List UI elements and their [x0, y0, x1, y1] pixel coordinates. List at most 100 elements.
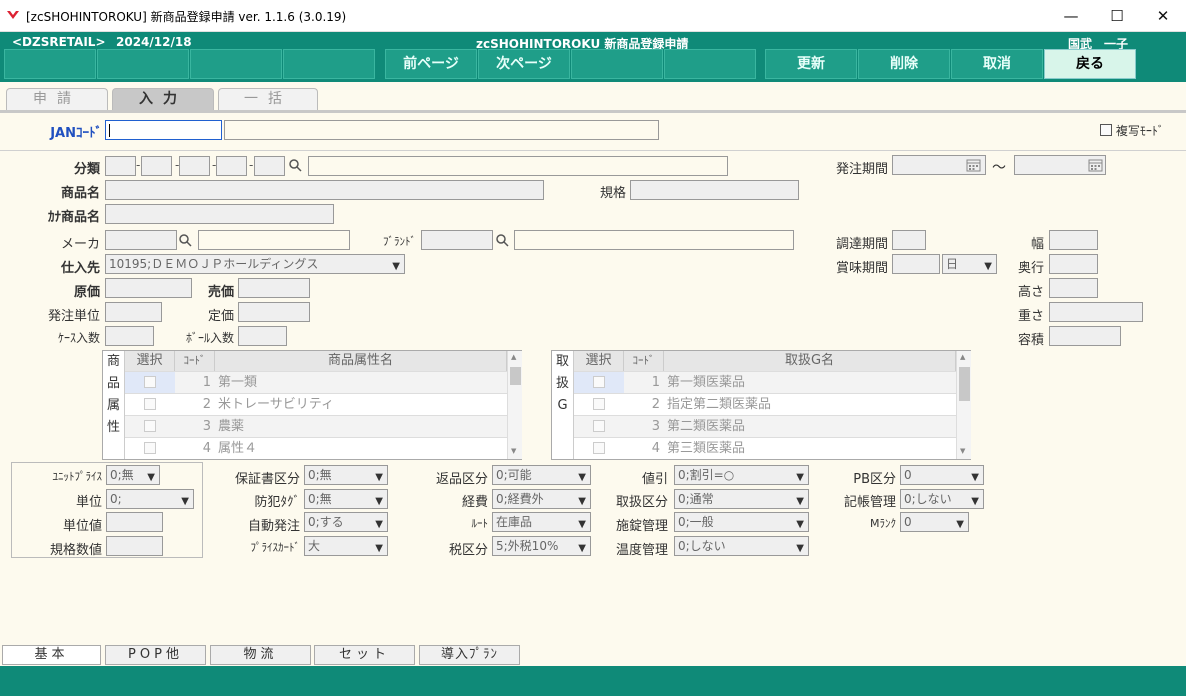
route-select[interactable]: 在庫品 ▼: [492, 512, 591, 532]
kana-input[interactable]: [105, 204, 334, 224]
jido-label: 自動発注: [247, 519, 300, 534]
kikaku-su-input[interactable]: [106, 536, 163, 556]
row-checkbox[interactable]: [593, 442, 605, 454]
henpin-select[interactable]: 0;可能 ▼: [492, 465, 591, 485]
price-card-select[interactable]: 大 ▼: [304, 536, 388, 556]
scroll-up-icon[interactable]: ▲: [960, 353, 965, 361]
tani-select[interactable]: 0; ▼: [106, 489, 194, 509]
hoshosho-select[interactable]: 0;無 ▼: [304, 465, 388, 485]
row-checkbox[interactable]: [144, 398, 156, 410]
scroll-thumb[interactable]: [510, 367, 521, 385]
function-key-4[interactable]: [283, 49, 375, 79]
yoseki-input[interactable]: [1049, 326, 1121, 346]
bunrui-5-input[interactable]: [254, 156, 285, 176]
bunrui-4-input[interactable]: [216, 156, 247, 176]
table-row[interactable]: 4 第三類医薬品: [574, 437, 956, 459]
function-key-1[interactable]: [4, 49, 96, 79]
calendar-icon[interactable]: [966, 158, 981, 172]
maximize-button[interactable]: ☐: [1094, 0, 1140, 32]
brand-code-input[interactable]: [421, 230, 493, 250]
case-input[interactable]: [105, 326, 154, 346]
omosa-input[interactable]: [1049, 302, 1143, 322]
bottom-tab-kihon[interactable]: 基本: [2, 645, 101, 665]
bunrui-2-input[interactable]: [141, 156, 172, 176]
haba-input[interactable]: [1049, 230, 1098, 250]
mrank-select[interactable]: 0 ▼: [900, 512, 969, 532]
table-row[interactable]: 1 第一類医薬品: [574, 371, 956, 393]
bohan-select[interactable]: 0;無 ▼: [304, 489, 388, 509]
scroll-thumb[interactable]: [959, 367, 970, 401]
close-button[interactable]: ✕: [1140, 0, 1186, 32]
shiiresaki-select[interactable]: 10195;ＤＥＭＯＪＰホールディングス ▼: [105, 254, 405, 274]
row-checkbox[interactable]: [144, 420, 156, 432]
sejo-select[interactable]: 0;一般 ▼: [674, 512, 809, 532]
search-icon[interactable]: [288, 158, 302, 172]
nebiki-select[interactable]: 0;割引=○ ▼: [674, 465, 809, 485]
function-key-8[interactable]: [664, 49, 756, 79]
function-key-2[interactable]: [97, 49, 189, 79]
tab-ikkatsu[interactable]: 一括: [218, 88, 318, 110]
update-button[interactable]: 更新: [765, 49, 857, 79]
next-page-button[interactable]: 次ページ: [478, 49, 570, 79]
search-icon[interactable]: [495, 233, 509, 247]
genka-input[interactable]: [105, 278, 192, 298]
bunrui-3-input[interactable]: [179, 156, 210, 176]
handling-grid-scrollbar[interactable]: ▲ ▼: [956, 351, 971, 459]
kicho-select[interactable]: 0;しない ▼: [900, 489, 984, 509]
unit-price-select[interactable]: 0;無 ▼: [106, 465, 160, 485]
table-row[interactable]: 3 農薬: [125, 415, 507, 437]
table-row[interactable]: 4 属性４: [125, 437, 507, 459]
bottom-tab-butsuryu[interactable]: 物流: [210, 645, 311, 665]
shohinmei-input[interactable]: [105, 180, 544, 200]
row-checkbox[interactable]: [144, 376, 156, 388]
row-checkbox[interactable]: [144, 442, 156, 454]
scroll-up-icon[interactable]: ▲: [511, 353, 516, 361]
search-icon[interactable]: [178, 233, 192, 247]
calendar-icon[interactable]: [1088, 158, 1103, 172]
ondo-select[interactable]: 0;しない ▼: [674, 536, 809, 556]
chotatsu-input[interactable]: [892, 230, 926, 250]
teika-input[interactable]: [238, 302, 310, 322]
bottom-tab-plan[interactable]: 導入ﾌﾟﾗﾝ: [419, 645, 520, 665]
jan-code-input[interactable]: [105, 120, 222, 140]
maker-code-input[interactable]: [105, 230, 177, 250]
pb-select[interactable]: 0 ▼: [900, 465, 984, 485]
back-button[interactable]: 戻る: [1044, 49, 1136, 79]
delete-button[interactable]: 削除: [858, 49, 950, 79]
function-key-3[interactable]: [190, 49, 282, 79]
function-key-7[interactable]: [571, 49, 663, 79]
okuyuki-input[interactable]: [1049, 254, 1098, 274]
bunrui-1-input[interactable]: [105, 156, 136, 176]
jido-select[interactable]: 0;する ▼: [304, 512, 388, 532]
prev-page-button[interactable]: 前ページ: [385, 49, 477, 79]
tab-nyuryoku[interactable]: 入力: [112, 88, 214, 110]
table-row[interactable]: 1 第一類: [125, 371, 507, 393]
row-checkbox[interactable]: [593, 420, 605, 432]
attribute-grid-scrollbar[interactable]: ▲ ▼: [507, 351, 522, 459]
baika-input[interactable]: [238, 278, 310, 298]
row-checkbox[interactable]: [593, 376, 605, 388]
takasa-input[interactable]: [1049, 278, 1098, 298]
minimize-button[interactable]: —: [1048, 0, 1094, 32]
toriatsukai-select[interactable]: 0;通常 ▼: [674, 489, 809, 509]
keihi-select[interactable]: 0;経費外 ▼: [492, 489, 591, 509]
shomi-unit-select[interactable]: 日 ▼: [942, 254, 997, 274]
row-checkbox[interactable]: [593, 398, 605, 410]
hattyu-tani-input[interactable]: [105, 302, 162, 322]
table-row[interactable]: 3 第二類医薬品: [574, 415, 956, 437]
copy-mode-checkbox[interactable]: 複写ﾓｰﾄﾞ: [1100, 122, 1164, 139]
kikaku-input[interactable]: [630, 180, 799, 200]
bottom-tab-set[interactable]: セット: [314, 645, 415, 665]
copy-mode-check-icon[interactable]: [1100, 124, 1112, 136]
cancel-button[interactable]: 取消: [951, 49, 1043, 79]
shomi-input[interactable]: [892, 254, 940, 274]
bottom-tab-pop[interactable]: POP他: [105, 645, 206, 665]
scroll-down-icon[interactable]: ▼: [511, 447, 516, 455]
ball-input[interactable]: [238, 326, 287, 346]
table-row[interactable]: 2 米トレーサビリティ: [125, 393, 507, 415]
zei-select[interactable]: 5;外税10% ▼: [492, 536, 591, 556]
tab-shinsei[interactable]: 申請: [6, 88, 108, 110]
tani-chi-input[interactable]: [106, 512, 163, 532]
table-row[interactable]: 2 指定第二類医薬品: [574, 393, 956, 415]
scroll-down-icon[interactable]: ▼: [960, 447, 965, 455]
